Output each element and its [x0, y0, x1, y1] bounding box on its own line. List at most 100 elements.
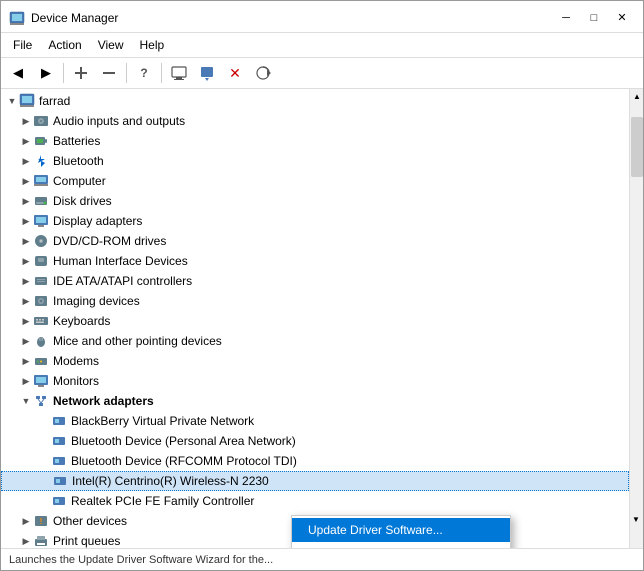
tree-item-modems-label: Modems: [53, 354, 99, 368]
title-controls: ─ □ ✕: [553, 8, 635, 28]
tree-item-intel-label: Intel(R) Centrino(R) Wireless-N 2230: [72, 474, 269, 488]
nic-icon-realtek: [51, 493, 67, 509]
toolbar-sep3: [161, 63, 162, 83]
mice-icon: [33, 333, 49, 349]
tree-item-hid[interactable]: ▶ Human Interface Devices: [1, 251, 629, 271]
toolbar-sep2: [126, 63, 127, 83]
window-icon: [9, 10, 25, 26]
expand-icon-other[interactable]: ▶: [19, 514, 33, 528]
tree-view[interactable]: ▼ farrad ▶: [1, 89, 629, 548]
device-manager-window: Device Manager ─ □ ✕ File Action View He…: [0, 0, 644, 571]
scrollbar[interactable]: ▲ ▼: [629, 89, 643, 548]
tree-item-keyboards[interactable]: ▶ Keyboards: [1, 311, 629, 331]
monitors-icon: [33, 373, 49, 389]
expand-icon-audio[interactable]: ▶: [19, 114, 33, 128]
tree-item-intel[interactable]: ▶ Intel(R) Centrino(R) Wireless-N 2230: [1, 471, 629, 491]
tree-item-keyboards-label: Keyboards: [53, 314, 110, 328]
modems-icon: [33, 353, 49, 369]
tree-item-btrfcomm[interactable]: ▶ Bluetooth Device (RFCOMM Protocol TDI): [1, 451, 629, 471]
toolbar-update[interactable]: [194, 61, 220, 85]
expand-icon-modems[interactable]: ▶: [19, 354, 33, 368]
expand-icon-ide[interactable]: ▶: [19, 274, 33, 288]
tree-item-imaging[interactable]: ▶ Imaging devices: [1, 291, 629, 311]
expand-icon-mice[interactable]: ▶: [19, 334, 33, 348]
maximize-button[interactable]: □: [581, 8, 607, 28]
menu-action[interactable]: Action: [40, 35, 89, 55]
nic-icon-blackberry: [51, 413, 67, 429]
tree-item-btpan[interactable]: ▶ Bluetooth Device (Personal Area Networ…: [1, 431, 629, 451]
tree-item-dvd[interactable]: ▶ DVD/CD-ROM drives: [1, 231, 629, 251]
tree-item-realtek-label: Realtek PCIe FE Family Controller: [71, 494, 254, 508]
toolbar-forward[interactable]: ▶: [33, 61, 59, 85]
tree-item-computer[interactable]: ▶ Computer: [1, 171, 629, 191]
computer-icon: [19, 93, 35, 109]
tree-item-bluetooth[interactable]: ▶ Bluetooth: [1, 151, 629, 171]
ctx-update-driver[interactable]: Update Driver Software...: [292, 518, 510, 542]
tree-item-computer-label: Computer: [53, 174, 106, 188]
tree-item-diskdrives[interactable]: ▶ Disk drives: [1, 191, 629, 211]
scrollbar-thumb[interactable]: [631, 117, 643, 177]
expand-icon-diskdrives[interactable]: ▶: [19, 194, 33, 208]
expand-icon-network[interactable]: ▼: [19, 394, 33, 408]
tree-item-network[interactable]: ▼ Network adapters: [1, 391, 629, 411]
imaging-icon: [33, 293, 49, 309]
expand-icon-keyboards[interactable]: ▶: [19, 314, 33, 328]
tree-item-display-label: Display adapters: [53, 214, 142, 228]
expand-icon-batteries[interactable]: ▶: [19, 134, 33, 148]
computer-item-icon: [33, 173, 49, 189]
expand-icon-bluetooth[interactable]: ▶: [19, 154, 33, 168]
print-icon: [33, 533, 49, 548]
content-area: ▼ farrad ▶: [1, 89, 643, 548]
tree-item-blackberry[interactable]: ▶ BlackBerry Virtual Private Network: [1, 411, 629, 431]
tree-item-modems[interactable]: ▶ Modems: [1, 351, 629, 371]
toolbar-back[interactable]: ◀: [5, 61, 31, 85]
ctx-disable[interactable]: Disable: [292, 542, 510, 548]
menu-bar: File Action View Help: [1, 33, 643, 58]
scroll-up-arrow[interactable]: ▲: [630, 89, 643, 103]
expand-icon-root[interactable]: ▼: [5, 94, 19, 108]
tree-item-mice-label: Mice and other pointing devices: [53, 334, 222, 348]
toolbar-collapse[interactable]: [68, 61, 94, 85]
tree-root-label: farrad: [39, 94, 70, 108]
tree-item-batteries[interactable]: ▶ Batteries: [1, 131, 629, 151]
tree-item-mice[interactable]: ▶ Mice and other pointing devices: [1, 331, 629, 351]
menu-view[interactable]: View: [90, 35, 132, 55]
tree-item-print-label: Print queues: [53, 534, 120, 548]
toolbar-scan[interactable]: [250, 61, 276, 85]
expand-icon-print[interactable]: ▶: [19, 534, 33, 548]
tree-item-btrfcomm-label: Bluetooth Device (RFCOMM Protocol TDI): [71, 454, 297, 468]
scroll-down-arrow[interactable]: ▼: [629, 512, 643, 526]
minimize-button[interactable]: ─: [553, 8, 579, 28]
toolbar-help[interactable]: ?: [131, 61, 157, 85]
close-button[interactable]: ✕: [609, 8, 635, 28]
toolbar: ◀ ▶ ? ✕: [1, 58, 643, 89]
toolbar-expand[interactable]: [96, 61, 122, 85]
status-bar: Launches the Update Driver Software Wiza…: [1, 548, 643, 570]
tree-item-audio[interactable]: ▶ Audio inputs and outputs: [1, 111, 629, 131]
expand-icon-monitors[interactable]: ▶: [19, 374, 33, 388]
expand-icon-display[interactable]: ▶: [19, 214, 33, 228]
toolbar-delete[interactable]: ✕: [222, 61, 248, 85]
tree-item-ide[interactable]: ▶ IDE ATA/ATAPI controllers: [1, 271, 629, 291]
expand-icon-imaging[interactable]: ▶: [19, 294, 33, 308]
tree-item-ide-label: IDE ATA/ATAPI controllers: [53, 274, 192, 288]
menu-help[interactable]: Help: [132, 35, 173, 55]
menu-file[interactable]: File: [5, 35, 40, 55]
toolbar-display[interactable]: [166, 61, 192, 85]
tree-item-display[interactable]: ▶ Display adapters: [1, 211, 629, 231]
expand-icon-dvd[interactable]: ▶: [19, 234, 33, 248]
keyboards-icon: [33, 313, 49, 329]
tree-item-batteries-label: Batteries: [53, 134, 100, 148]
nic-icon-intel: [52, 473, 68, 489]
expand-icon-hid[interactable]: ▶: [19, 254, 33, 268]
audio-icon: [33, 113, 49, 129]
tree-item-monitors[interactable]: ▶ Monitors: [1, 371, 629, 391]
tree-item-blackberry-label: BlackBerry Virtual Private Network: [71, 414, 254, 428]
tree-root[interactable]: ▼ farrad: [1, 91, 629, 111]
batteries-icon: [33, 133, 49, 149]
svg-text:!: !: [40, 517, 43, 526]
tree-item-realtek[interactable]: ▶ Realtek PCIe FE Family Controller: [1, 491, 629, 511]
tree-item-network-label: Network adapters: [53, 394, 154, 408]
expand-icon-computer[interactable]: ▶: [19, 174, 33, 188]
window-title: Device Manager: [31, 11, 118, 25]
